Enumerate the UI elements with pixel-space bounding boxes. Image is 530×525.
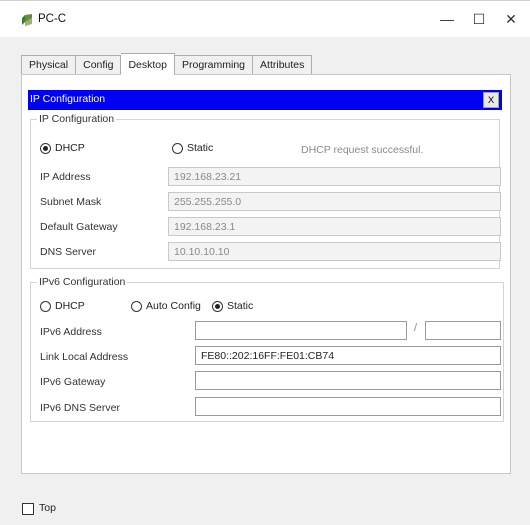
tab-config[interactable]: Config bbox=[76, 55, 122, 75]
radio-unchecked-icon bbox=[131, 300, 142, 312]
top-checkbox-label: Top bbox=[39, 502, 56, 514]
ipv6-group-label: IPv6 Configuration bbox=[37, 276, 128, 288]
dns-server-field[interactable] bbox=[168, 242, 501, 261]
dhcp-status-message: DHCP request successful. bbox=[301, 144, 424, 156]
title-bar[interactable]: PC-C — ☐ ✕ bbox=[0, 1, 530, 37]
maximize-button[interactable]: ☐ bbox=[464, 7, 494, 31]
tab-attributes[interactable]: Attributes bbox=[253, 55, 313, 75]
dialog-title: IP Configuration bbox=[30, 93, 106, 105]
ipv6-gateway-field[interactable] bbox=[195, 371, 501, 390]
ipv6-address-label: IPv6 Address bbox=[40, 326, 102, 338]
top-checkbox[interactable] bbox=[22, 503, 34, 515]
radio-unchecked-icon bbox=[40, 300, 51, 312]
minimize-button[interactable]: — bbox=[432, 7, 462, 31]
ipv4-group-label: IP Configuration bbox=[37, 113, 117, 125]
ipv6-static-radio[interactable]: Static bbox=[212, 300, 253, 312]
default-gateway-field[interactable] bbox=[168, 217, 501, 236]
pc-app-icon bbox=[20, 13, 34, 27]
ipv4-dhcp-radio[interactable]: DHCP bbox=[40, 142, 85, 154]
tab-physical[interactable]: Physical bbox=[21, 55, 77, 75]
default-gateway-label: Default Gateway bbox=[40, 221, 118, 233]
ipv6-auto-config-radio[interactable]: Auto Config bbox=[131, 300, 201, 312]
maximize-icon: ☐ bbox=[472, 10, 486, 27]
ipv4-static-radio[interactable]: Static bbox=[172, 142, 213, 154]
close-window-button[interactable]: ✕ bbox=[496, 7, 526, 31]
ipv6-dns-server-field[interactable] bbox=[195, 397, 501, 416]
close-icon: ✕ bbox=[505, 10, 517, 27]
ip-config-dialog-titlebar: IP Configuration X bbox=[28, 90, 502, 110]
link-local-address-label: Link Local Address bbox=[40, 351, 129, 363]
ipv6-prefix-length-field[interactable] bbox=[425, 321, 501, 340]
radio-checked-icon bbox=[212, 300, 223, 312]
prefix-separator: / bbox=[414, 322, 418, 334]
link-local-address-field[interactable] bbox=[195, 346, 501, 365]
pc-c-window: PC-C — ☐ ✕ Physical Config Desktop Progr… bbox=[0, 0, 530, 525]
ipv6-dhcp-radio[interactable]: DHCP bbox=[40, 300, 85, 312]
ipv6-gateway-label: IPv6 Gateway bbox=[40, 376, 106, 388]
radio-checked-icon bbox=[40, 142, 51, 154]
ip-address-label: IP Address bbox=[40, 171, 91, 183]
tab-desktop[interactable]: Desktop bbox=[121, 53, 175, 75]
ipv6-dhcp-label: DHCP bbox=[55, 300, 85, 312]
tab-bar: Physical Config Desktop Programming Attr… bbox=[21, 53, 313, 75]
ipv6-address-field[interactable] bbox=[195, 321, 407, 340]
ipv6-static-label: Static bbox=[227, 300, 254, 312]
ip-address-field[interactable] bbox=[168, 167, 501, 186]
dialog-close-button[interactable]: X bbox=[483, 92, 499, 108]
tab-programming[interactable]: Programming bbox=[175, 55, 254, 75]
ipv4-static-label: Static bbox=[187, 142, 214, 154]
ipv6-auto-config-label: Auto Config bbox=[146, 300, 201, 312]
minimize-icon: — bbox=[440, 11, 454, 27]
subnet-mask-label: Subnet Mask bbox=[40, 196, 102, 208]
dns-server-label: DNS Server bbox=[40, 246, 97, 258]
window-title: PC-C bbox=[38, 13, 67, 25]
radio-unchecked-icon bbox=[172, 142, 183, 154]
ipv6-dns-server-label: IPv6 DNS Server bbox=[40, 402, 120, 414]
subnet-mask-field[interactable] bbox=[168, 192, 501, 211]
ipv4-dhcp-label: DHCP bbox=[55, 142, 85, 154]
